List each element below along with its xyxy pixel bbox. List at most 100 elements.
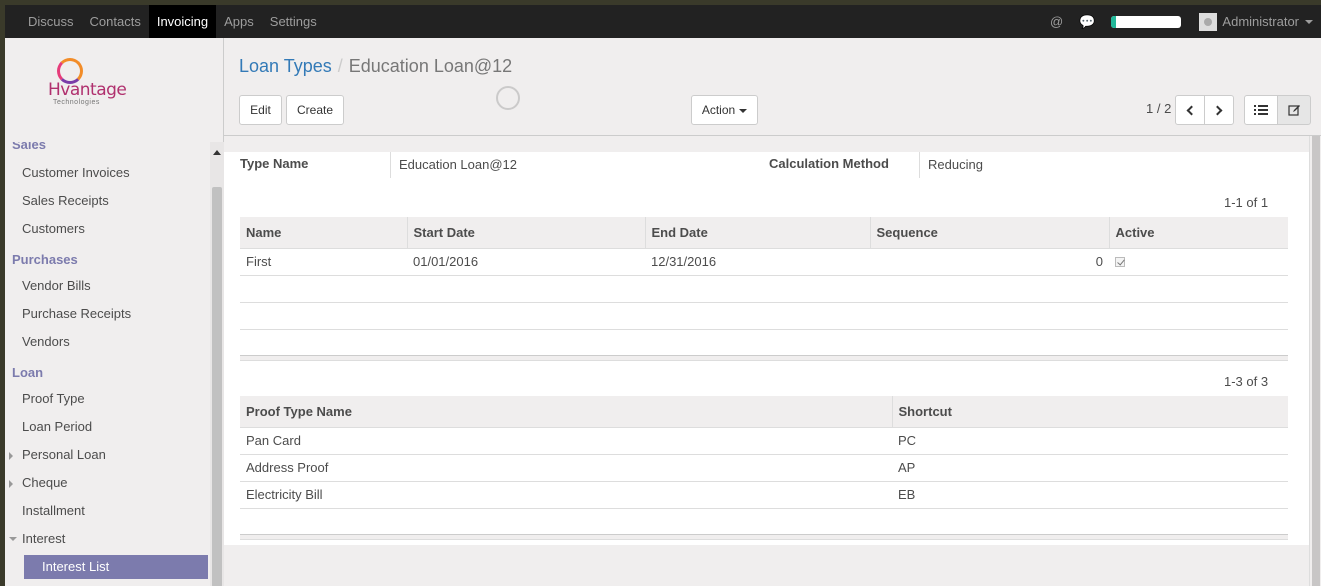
table-row[interactable]: Address Proof AP: [240, 453, 1288, 481]
col-sequence[interactable]: Sequence: [869, 217, 1109, 248]
sidebar-item-interest-list[interactable]: Interest List: [24, 555, 208, 579]
sidebar-item-cheque[interactable]: Cheque: [22, 475, 68, 490]
pager-previous-button[interactable]: [1175, 95, 1205, 125]
sidebar-item-installment[interactable]: Installment: [22, 503, 85, 518]
menu-invoicing[interactable]: Invoicing: [148, 5, 217, 38]
list-view-button[interactable]: [1244, 95, 1278, 125]
caret-down-icon: [1305, 19, 1313, 24]
col-proof-type-name[interactable]: Proof Type Name: [240, 396, 892, 427]
logo-sub: Technologies: [53, 99, 100, 106]
empty-row: [240, 507, 1288, 535]
col-end-date[interactable]: End Date: [644, 217, 870, 248]
edit-button[interactable]: Edit: [239, 95, 282, 125]
proofs-header-row: Proof Type Name Shortcut: [240, 396, 1288, 427]
sidebar-nav: Sales Customer Invoices Sales Receipts C…: [5, 142, 210, 586]
at-mention-icon[interactable]: @: [1050, 14, 1063, 29]
collapse-down-icon[interactable]: [9, 537, 17, 541]
sidebar-section-sales: Sales: [12, 142, 46, 152]
sidebar-item-purchase-receipts[interactable]: Purchase Receipts: [22, 306, 131, 321]
periods-table: Name Start Date End Date Sequence Active…: [240, 217, 1288, 356]
expand-right-icon[interactable]: [9, 452, 13, 460]
cell-start-date: 01/01/2016: [407, 247, 645, 275]
empty-row: [240, 301, 1288, 329]
calculation-method-label: Calculation Method: [769, 156, 889, 171]
expand-right-icon[interactable]: [9, 480, 13, 488]
company-logo[interactable]: Hvantage Technologies: [43, 58, 133, 108]
sidebar-item-personal-loan[interactable]: Personal Loan: [22, 447, 106, 462]
menu-discuss[interactable]: Discuss: [20, 5, 82, 38]
scroll-up-icon[interactable]: [213, 150, 221, 155]
sidebar-item-customer-invoices[interactable]: Customer Invoices: [22, 165, 130, 180]
proofs-table-footer: [240, 534, 1288, 540]
cell-proof-name: Address Proof: [240, 453, 892, 481]
proofs-pager: 1-3 of 3: [1224, 374, 1269, 389]
sidebar: Hvantage Technologies Sales Customer Inv…: [5, 38, 224, 586]
chat-icon[interactable]: 💬: [1079, 14, 1095, 30]
systray: @ 💬 Administrator: [1050, 5, 1321, 38]
sidebar-section-loan: Loan: [12, 365, 44, 380]
edit-form-icon: [1287, 105, 1300, 116]
sidebar-section-purchases: Purchases: [12, 252, 78, 267]
app-window: Discuss Contacts Invoicing Apps Settings…: [5, 5, 1321, 586]
cell-proof-name: Pan Card: [240, 426, 892, 454]
pager-next-button[interactable]: [1204, 95, 1234, 125]
avatar: [1199, 12, 1218, 31]
empty-row: [240, 328, 1288, 356]
loading-cursor-icon: [496, 86, 520, 110]
type-name-field: Education Loan@12: [390, 152, 690, 178]
breadcrumb-current: Education Loan@12: [348, 56, 513, 76]
sidebar-item-customers[interactable]: Customers: [22, 221, 85, 236]
col-active[interactable]: Active: [1108, 217, 1288, 248]
periods-header-row: Name Start Date End Date Sequence Active: [240, 217, 1288, 248]
cell-end-date: 12/31/2016: [645, 247, 870, 275]
table-row[interactable]: Pan Card PC: [240, 426, 1288, 454]
cell-name: First: [240, 247, 407, 275]
cell-shortcut: AP: [892, 453, 1288, 481]
empty-row: [240, 274, 1288, 302]
form-sheet: Type Name Education Loan@12 Calculation …: [224, 152, 1309, 545]
action-button[interactable]: Action: [691, 95, 758, 125]
periods-table-footer: [240, 355, 1288, 361]
form-view-button[interactable]: [1277, 95, 1311, 125]
sidebar-scroll-thumb[interactable]: [212, 187, 222, 586]
pager-value: 1 / 2: [1146, 101, 1172, 116]
breadcrumb-loan-types[interactable]: Loan Types: [239, 56, 332, 76]
table-row[interactable]: First 01/01/2016 12/31/2016 0: [240, 247, 1288, 275]
checkbox-checked-icon: [1115, 257, 1125, 267]
main-scrollbar[interactable]: [1309, 136, 1321, 586]
table-row[interactable]: Electricity Bill EB: [240, 480, 1288, 508]
menu-settings[interactable]: Settings: [262, 5, 325, 38]
action-label: Action: [701, 103, 736, 117]
main-scroll-thumb[interactable]: [1312, 136, 1320, 586]
sidebar-item-vendors[interactable]: Vendors: [22, 334, 70, 349]
sidebar-item-sales-receipts[interactable]: Sales Receipts: [22, 193, 109, 208]
calculation-method-field: Reducing: [919, 152, 1219, 178]
cell-proof-name: Electricity Bill: [240, 480, 892, 508]
breadcrumb-separator: /: [337, 56, 343, 76]
caret-down-icon: [739, 108, 748, 113]
sidebar-item-loan-period[interactable]: Loan Period: [22, 419, 92, 434]
col-start-date[interactable]: Start Date: [406, 217, 645, 248]
top-navbar: Discuss Contacts Invoicing Apps Settings…: [5, 5, 1321, 38]
cell-shortcut: EB: [892, 480, 1288, 508]
col-shortcut[interactable]: Shortcut: [891, 396, 1288, 427]
list-view-icon: [1254, 105, 1268, 115]
cell-sequence: 0: [870, 247, 1109, 275]
sidebar-item-proof-type[interactable]: Proof Type: [22, 391, 85, 406]
col-name[interactable]: Name: [240, 217, 407, 248]
breadcrumb: Loan Types / Education Loan@12: [239, 56, 512, 77]
menu-contacts[interactable]: Contacts: [82, 5, 149, 38]
sidebar-scrollbar[interactable]: [210, 142, 224, 586]
sidebar-item-vendor-bills[interactable]: Vendor Bills: [22, 278, 91, 293]
proofs-table: Proof Type Name Shortcut Pan Card PC Add…: [240, 396, 1288, 535]
create-button[interactable]: Create: [286, 95, 344, 125]
menu-apps[interactable]: Apps: [216, 5, 262, 38]
cell-active: [1109, 247, 1288, 275]
sidebar-item-interest[interactable]: Interest: [22, 531, 65, 546]
logo-word: Hvantage: [48, 80, 127, 100]
user-menu[interactable]: Administrator: [1199, 12, 1313, 31]
control-panel-divider: [224, 135, 1321, 136]
type-name-label: Type Name: [240, 156, 309, 171]
progress-fill: [1111, 15, 1116, 28]
chevron-right-icon: [1212, 105, 1223, 116]
